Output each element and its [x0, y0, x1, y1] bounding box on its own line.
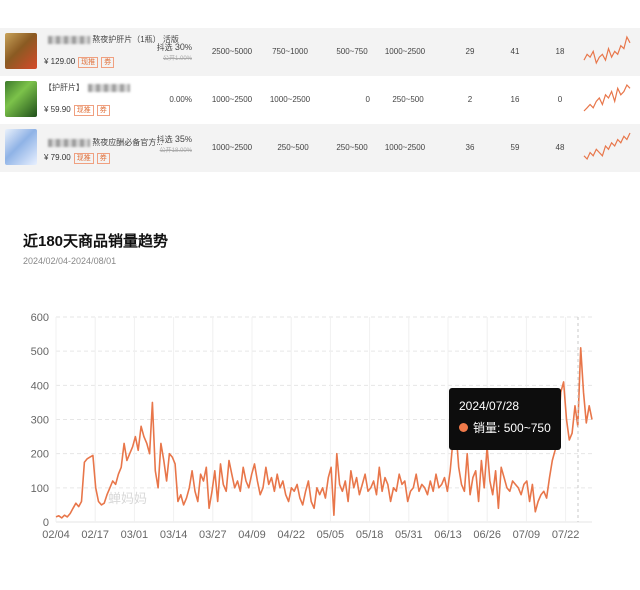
count-cell: 48	[555, 143, 565, 152]
y-tick-label: 100	[31, 483, 49, 495]
sales-cell: 2500~5000	[211, 47, 253, 56]
blurred-text	[48, 35, 90, 44]
y-tick-label: 200	[31, 449, 49, 461]
x-tick-label: 03/14	[160, 529, 188, 541]
x-tick-label: 02/04	[42, 529, 70, 541]
sparkline	[583, 83, 631, 112]
sales-cell: 500~750	[336, 47, 368, 56]
coupon-badge: 券	[101, 57, 115, 68]
x-tick-label: 05/05	[317, 529, 345, 541]
product-price: ¥ 129.00 现推券	[44, 57, 115, 68]
x-tick-label: 02/17	[81, 529, 109, 541]
table-row[interactable]: 【护肝片】 ¥ 59.90 现推券 0.00% 1000~2500 1000~25…	[0, 76, 640, 124]
sales-cell: 1000~2500	[384, 143, 426, 152]
watermark-logo: 蝉妈妈	[108, 491, 148, 506]
tooltip-date: 2024/07/28	[459, 399, 520, 413]
product-name[interactable]: 熬夜应酬必备官方...	[44, 137, 163, 148]
x-tick-label: 04/22	[277, 529, 305, 541]
product-thumbnail[interactable]	[5, 33, 37, 69]
x-tick-label: 06/26	[473, 529, 501, 541]
product-thumbnail[interactable]	[5, 81, 37, 117]
product-price: ¥ 59.90 现推券	[44, 105, 110, 116]
sales-cell: 1000~2500	[384, 47, 426, 56]
sparkline-path	[583, 83, 631, 112]
coupon-badge: 券	[96, 153, 110, 164]
product-name[interactable]: 【护肝片】	[44, 82, 130, 93]
sales-cell: 250~500	[277, 143, 309, 152]
series-dot-icon	[459, 423, 468, 432]
count-cell: 29	[465, 47, 475, 56]
count-cell: 2	[467, 95, 473, 104]
sparkline-path	[583, 132, 631, 161]
sales-cell: 1000~2500	[211, 143, 253, 152]
table-row[interactable]: 熬夜护肝片（1瓶） 活版 ¥ 129.00 现推券 抖选 30% 公开1.00% 2…	[0, 28, 640, 76]
x-tick-label: 06/13	[434, 529, 462, 541]
count-cell: 0	[557, 95, 563, 104]
y-tick-label: 500	[31, 346, 49, 358]
tag-badge: 现推	[78, 57, 99, 68]
sales-cell: 750~1000	[272, 47, 308, 56]
y-tick-label: 0	[43, 517, 49, 529]
x-tick-label: 04/09	[238, 529, 266, 541]
x-tick-label: 03/27	[199, 529, 227, 541]
commission-rate: 0.00%	[169, 95, 192, 104]
blurred-text	[48, 138, 90, 147]
count-cell: 18	[555, 47, 565, 56]
count-cell: 41	[510, 47, 520, 56]
x-tick-label: 07/09	[513, 529, 541, 541]
sales-cell: 0	[365, 95, 370, 104]
sparkline-path	[583, 35, 631, 65]
coupon-badge: 券	[96, 105, 110, 116]
sales-cell: 1000~2500	[211, 95, 253, 104]
tag-badge: 现推	[73, 105, 94, 116]
commission-rate: 抖选 35% 公开18.00%	[156, 134, 192, 154]
sparkline	[583, 35, 631, 65]
product-table: 熬夜护肝片（1瓶） 活版 ¥ 129.00 现推券 抖选 30% 公开1.00% 2…	[0, 28, 640, 172]
product-thumbnail[interactable]	[5, 129, 37, 165]
count-cell: 16	[510, 95, 520, 104]
sparkline	[583, 132, 631, 161]
x-tick-label: 03/01	[121, 529, 149, 541]
y-tick-label: 300	[31, 415, 49, 427]
tooltip-value-line: 销量: 500~750	[459, 419, 551, 436]
sales-cell: 250~500	[336, 143, 368, 152]
chart-date-range: 2024/02/04-2024/08/01	[23, 256, 117, 266]
commission-rate: 抖选 30% 公开1.00%	[156, 42, 192, 62]
x-tick-label: 05/18	[356, 529, 384, 541]
count-cell: 59	[510, 143, 520, 152]
chart-tooltip: 2024/07/28 销量: 500~750	[449, 388, 561, 450]
y-tick-label: 600	[31, 312, 49, 324]
product-price: ¥ 79.00 现推券	[44, 153, 110, 164]
table-row[interactable]: 熬夜应酬必备官方... ¥ 79.00 现推券 抖选 35% 公开18.00% 10…	[0, 124, 640, 172]
tooltip-label: 销量:	[473, 421, 501, 435]
y-tick-label: 400	[31, 380, 49, 392]
sales-cell: 1000~2500	[269, 95, 311, 104]
tooltip-value: 500~750	[503, 420, 551, 435]
chart-title: 近180天商品销量趋势	[23, 233, 169, 250]
tag-badge: 现推	[73, 153, 94, 164]
x-tick-label: 05/31	[395, 529, 423, 541]
x-tick-label: 07/22	[552, 529, 580, 541]
count-cell: 36	[465, 143, 475, 152]
sales-cell: 250~500	[392, 95, 424, 104]
blurred-text	[88, 83, 130, 92]
